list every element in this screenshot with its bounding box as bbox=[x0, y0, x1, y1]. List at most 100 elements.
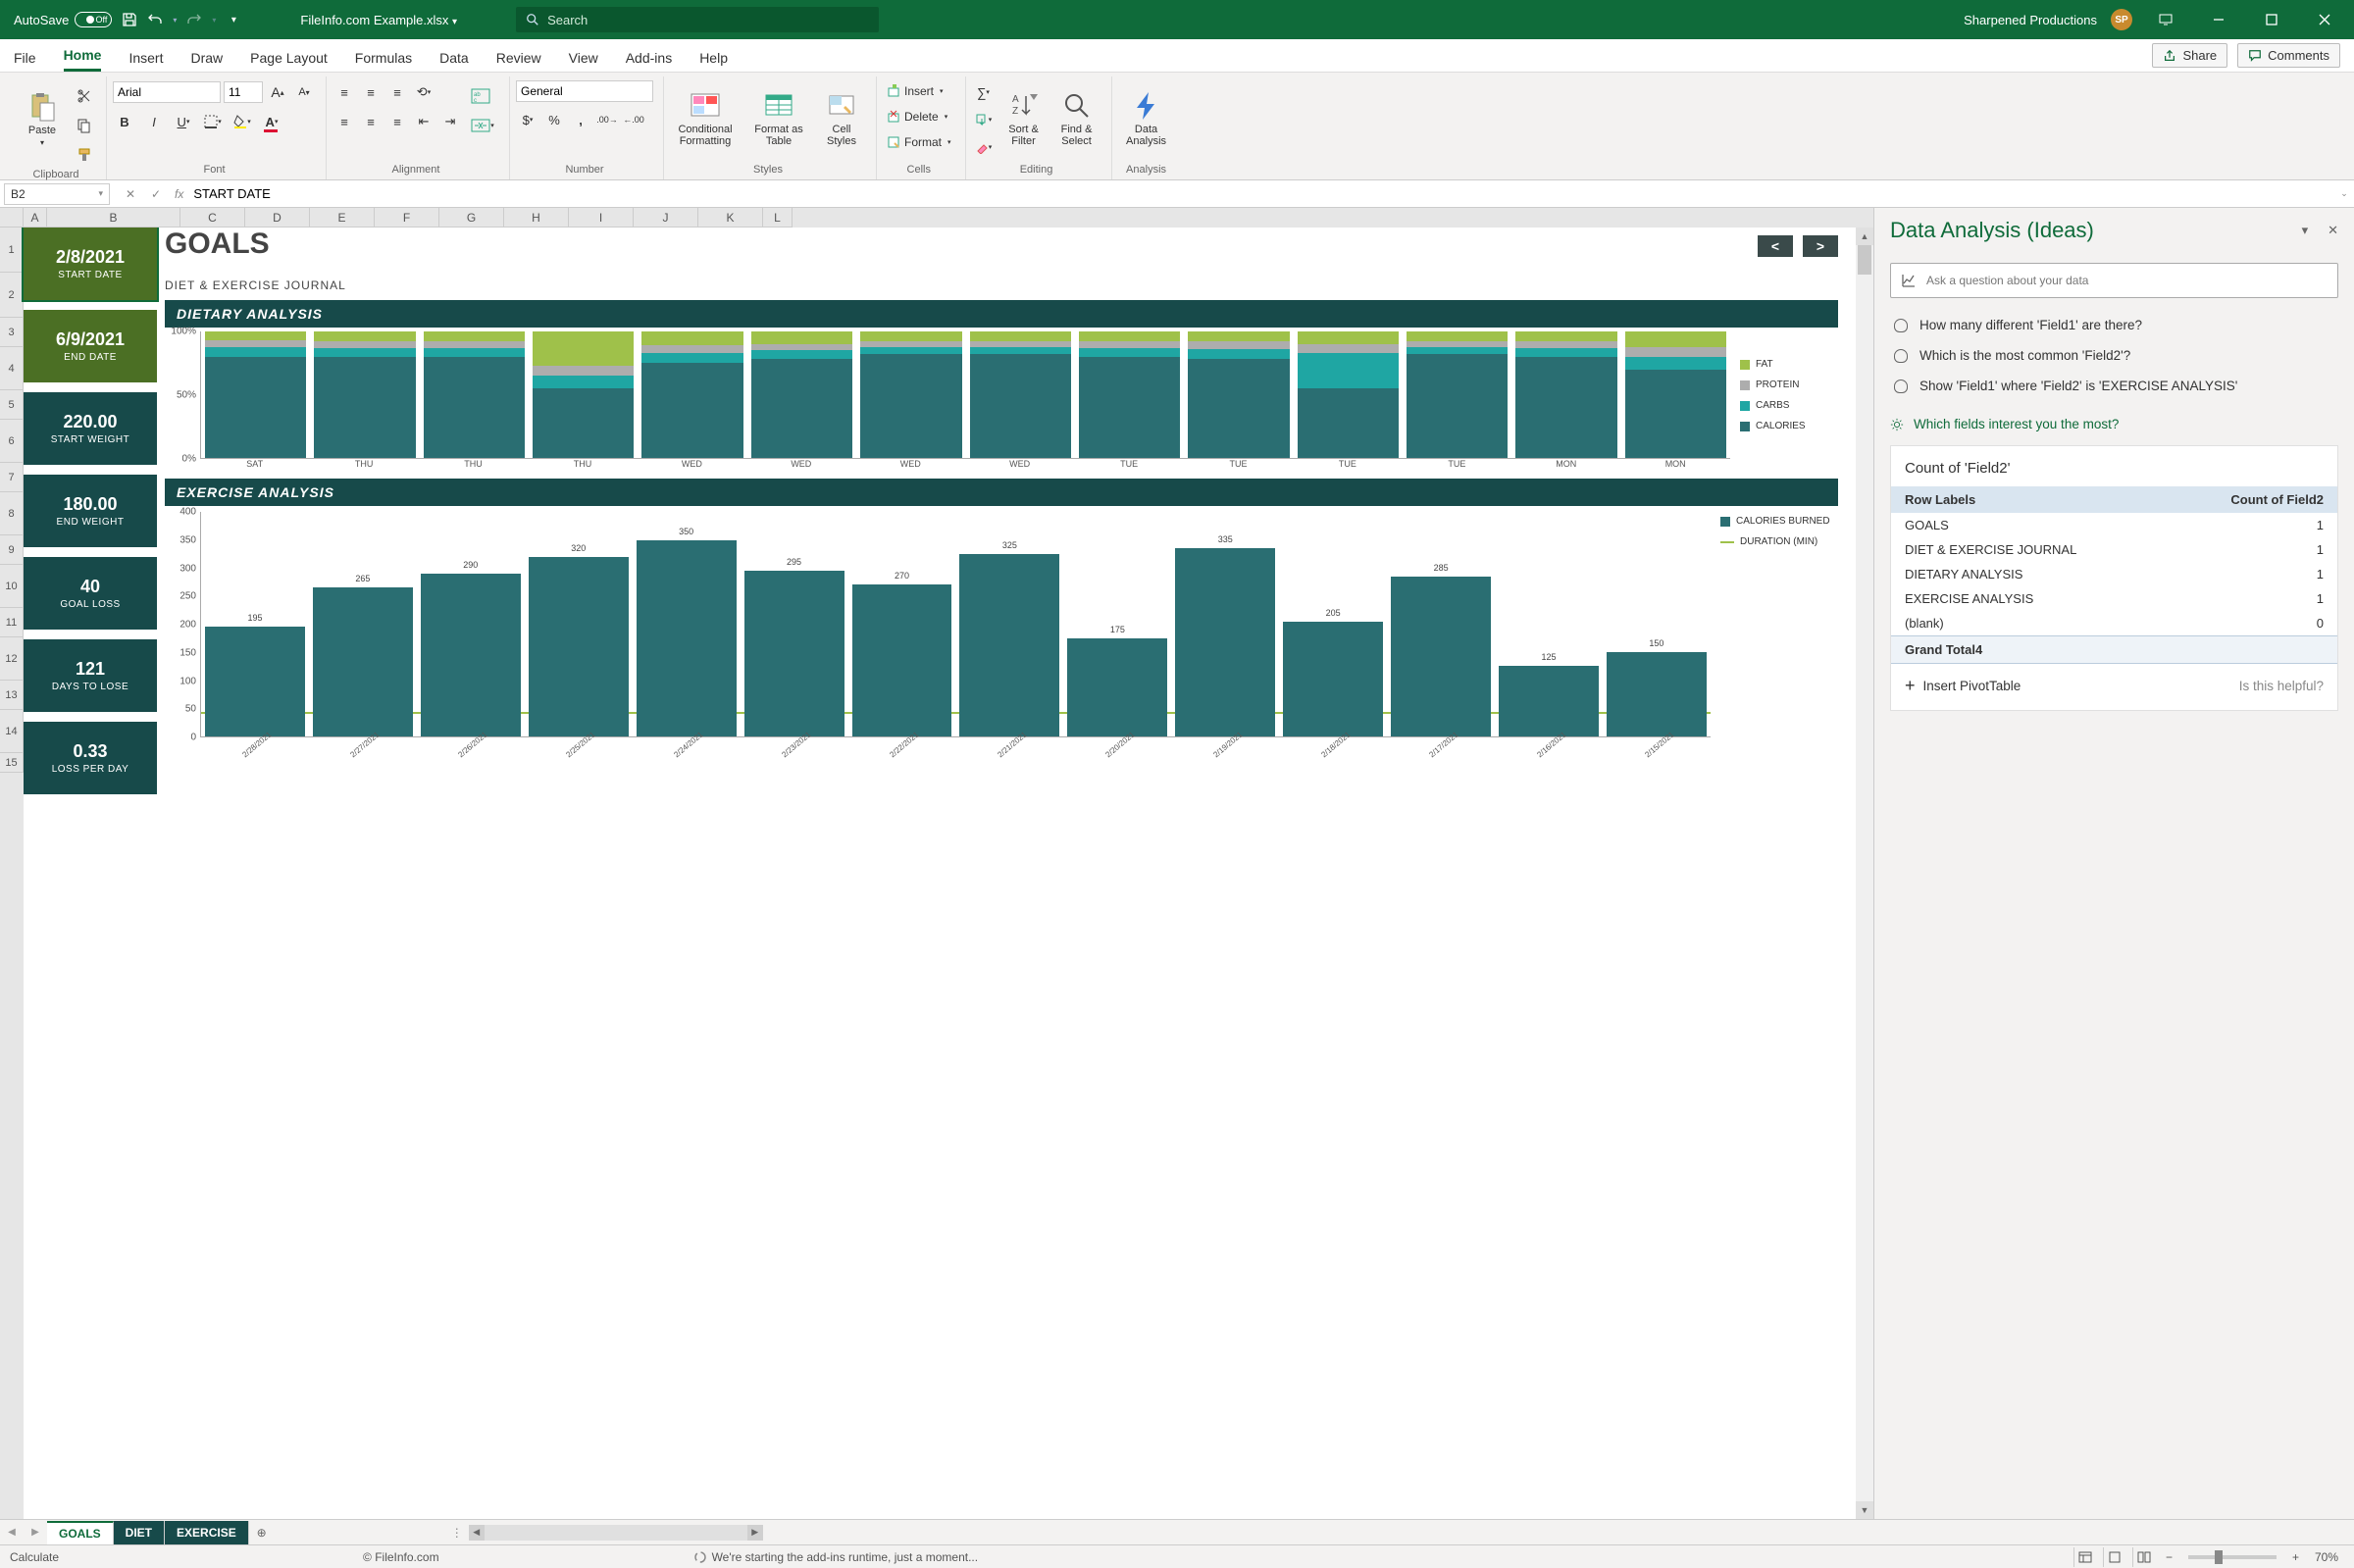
save-icon[interactable] bbox=[122, 12, 137, 27]
row-head-13[interactable]: 13 bbox=[0, 681, 24, 710]
underline-button[interactable]: U▾ bbox=[172, 110, 195, 133]
autosum-icon[interactable]: ∑▾ bbox=[972, 80, 996, 104]
scroll-left-icon[interactable]: ◀ bbox=[469, 1525, 485, 1541]
scroll-down-icon[interactable]: ▼ bbox=[1856, 1501, 1873, 1519]
align-right-icon[interactable]: ≡ bbox=[385, 110, 409, 133]
sheet-tab-diet[interactable]: DIET bbox=[114, 1521, 165, 1544]
scroll-right-icon[interactable]: ▶ bbox=[747, 1525, 763, 1541]
dashboard-card-5[interactable]: 121DAYS TO LOSE bbox=[24, 639, 157, 712]
fields-interest-link[interactable]: Which fields interest you the most? bbox=[1890, 417, 2338, 431]
decrease-decimal-icon[interactable]: ←.00 bbox=[622, 108, 645, 131]
col-head-F[interactable]: F bbox=[375, 208, 439, 228]
new-sheet-button[interactable]: ⊕ bbox=[249, 1526, 275, 1540]
align-center-icon[interactable]: ≡ bbox=[359, 110, 383, 133]
row-head-11[interactable]: 11 bbox=[0, 608, 24, 637]
border-icon[interactable]: ▾ bbox=[201, 110, 225, 133]
align-top-icon[interactable]: ≡ bbox=[333, 80, 356, 104]
currency-icon[interactable]: $▾ bbox=[516, 108, 539, 131]
row-head-1[interactable]: 1 bbox=[0, 228, 24, 273]
merge-center-icon[interactable]: ▾ bbox=[466, 114, 499, 137]
dashboard-card-4[interactable]: 40GOAL LOSS bbox=[24, 557, 157, 630]
row-head-15[interactable]: 15 bbox=[0, 753, 24, 773]
vertical-scrollbar[interactable]: ▲ ▼ bbox=[1856, 228, 1873, 1519]
row-head-12[interactable]: 12 bbox=[0, 637, 24, 681]
minimize-icon[interactable] bbox=[2199, 0, 2238, 39]
tab-next-icon[interactable]: ▶ bbox=[24, 1521, 47, 1544]
align-bottom-icon[interactable]: ≡ bbox=[385, 80, 409, 104]
comments-button[interactable]: Comments bbox=[2237, 43, 2340, 68]
font-size-input[interactable] bbox=[224, 81, 263, 103]
col-head-E[interactable]: E bbox=[310, 208, 375, 228]
format-painter-icon[interactable] bbox=[73, 143, 96, 167]
insert-cells-button[interactable]: Insert▾ bbox=[883, 80, 955, 102]
share-button[interactable]: Share bbox=[2152, 43, 2227, 68]
tab-prev-icon[interactable]: ◀ bbox=[0, 1521, 24, 1544]
align-middle-icon[interactable]: ≡ bbox=[359, 80, 383, 104]
decrease-font-icon[interactable]: A▾ bbox=[292, 80, 316, 104]
row-head-8[interactable]: 8 bbox=[0, 492, 24, 535]
col-head-J[interactable]: J bbox=[634, 208, 698, 228]
horizontal-scrollbar[interactable]: ◀ ▶ bbox=[469, 1525, 763, 1541]
row-head-2[interactable]: 2 bbox=[0, 273, 24, 318]
tab-formulas[interactable]: Formulas bbox=[355, 50, 412, 72]
row-head-10[interactable]: 10 bbox=[0, 565, 24, 608]
decrease-indent-icon[interactable]: ⇤ bbox=[412, 110, 435, 133]
redo-icon[interactable] bbox=[186, 12, 202, 27]
ribbon-display-icon[interactable] bbox=[2146, 0, 2185, 39]
percent-icon[interactable]: % bbox=[542, 108, 566, 131]
account-name[interactable]: Sharpened Productions bbox=[1964, 13, 2097, 27]
wrap-text-icon[interactable]: abc bbox=[466, 84, 495, 108]
zoom-out-button[interactable]: − bbox=[2162, 1550, 2176, 1564]
dashboard-card-1[interactable]: 6/9/2021END DATE bbox=[24, 310, 157, 382]
col-head-B[interactable]: B bbox=[47, 208, 180, 228]
dashboard-card-3[interactable]: 180.00END WEIGHT bbox=[24, 475, 157, 547]
qat-more-icon[interactable]: ▾ bbox=[226, 12, 241, 27]
data-analysis-button[interactable]: Data Analysis bbox=[1118, 80, 1175, 157]
increase-indent-icon[interactable]: ⇥ bbox=[438, 110, 462, 133]
find-select-button[interactable]: Find & Select bbox=[1052, 80, 1101, 157]
col-head-G[interactable]: G bbox=[439, 208, 504, 228]
tab-insert[interactable]: Insert bbox=[128, 50, 163, 72]
tab-draw[interactable]: Draw bbox=[190, 50, 223, 72]
align-left-icon[interactable]: ≡ bbox=[333, 110, 356, 133]
format-cells-button[interactable]: Format▾ bbox=[883, 131, 955, 153]
tab-page-layout[interactable]: Page Layout bbox=[250, 50, 328, 72]
expand-formula-bar-icon[interactable]: ⌄ bbox=[2334, 188, 2354, 199]
font-color-icon[interactable]: A▾ bbox=[260, 110, 283, 133]
col-head-C[interactable]: C bbox=[180, 208, 245, 228]
format-as-table-button[interactable]: Format as Table bbox=[748, 80, 809, 157]
insert-pivot-link[interactable]: Insert PivotTable bbox=[1923, 679, 2021, 693]
next-button[interactable]: > bbox=[1803, 235, 1838, 257]
prev-button[interactable]: < bbox=[1758, 235, 1793, 257]
pane-options-icon[interactable]: ▾ bbox=[2302, 223, 2309, 238]
zoom-level[interactable]: 70% bbox=[2309, 1550, 2344, 1564]
conditional-formatting-button[interactable]: Conditional Formatting bbox=[670, 80, 741, 157]
maximize-icon[interactable] bbox=[2252, 0, 2291, 39]
sheet-tab-exercise[interactable]: EXERCISE bbox=[165, 1521, 249, 1544]
increase-decimal-icon[interactable]: .00→ bbox=[595, 108, 619, 131]
fill-color-icon[interactable]: ▾ bbox=[230, 110, 254, 133]
cancel-formula-icon[interactable]: ✕ bbox=[118, 183, 143, 205]
col-head-L[interactable]: L bbox=[763, 208, 793, 228]
col-head-I[interactable]: I bbox=[569, 208, 634, 228]
page-break-view-icon[interactable] bbox=[2132, 1547, 2156, 1567]
sort-filter-button[interactable]: AZ Sort & Filter bbox=[999, 80, 1049, 157]
normal-view-icon[interactable] bbox=[2073, 1547, 2097, 1567]
clear-icon[interactable]: ▾ bbox=[972, 135, 996, 159]
row-head-3[interactable]: 3 bbox=[0, 318, 24, 347]
bold-button[interactable]: B bbox=[113, 110, 136, 133]
ideas-suggestion[interactable]: Which is the most common 'Field2'? bbox=[1890, 340, 2338, 371]
col-head-H[interactable]: H bbox=[504, 208, 569, 228]
dashboard-card-0[interactable]: 2/8/2021START DATE bbox=[24, 228, 157, 300]
tab-home[interactable]: Home bbox=[64, 47, 102, 72]
zoom-slider[interactable] bbox=[2188, 1555, 2277, 1559]
enter-formula-icon[interactable]: ✓ bbox=[143, 183, 169, 205]
zoom-in-button[interactable]: + bbox=[2288, 1550, 2303, 1564]
avatar[interactable]: SP bbox=[2111, 9, 2132, 30]
row-head-4[interactable]: 4 bbox=[0, 347, 24, 390]
tab-view[interactable]: View bbox=[569, 50, 598, 72]
delete-cells-button[interactable]: Delete▾ bbox=[883, 106, 955, 127]
scroll-up-icon[interactable]: ▲ bbox=[1856, 228, 1873, 245]
file-name[interactable]: FileInfo.com Example.xlsx ▾ bbox=[300, 13, 457, 27]
ideas-search-input[interactable]: Ask a question about your data bbox=[1890, 263, 2338, 298]
